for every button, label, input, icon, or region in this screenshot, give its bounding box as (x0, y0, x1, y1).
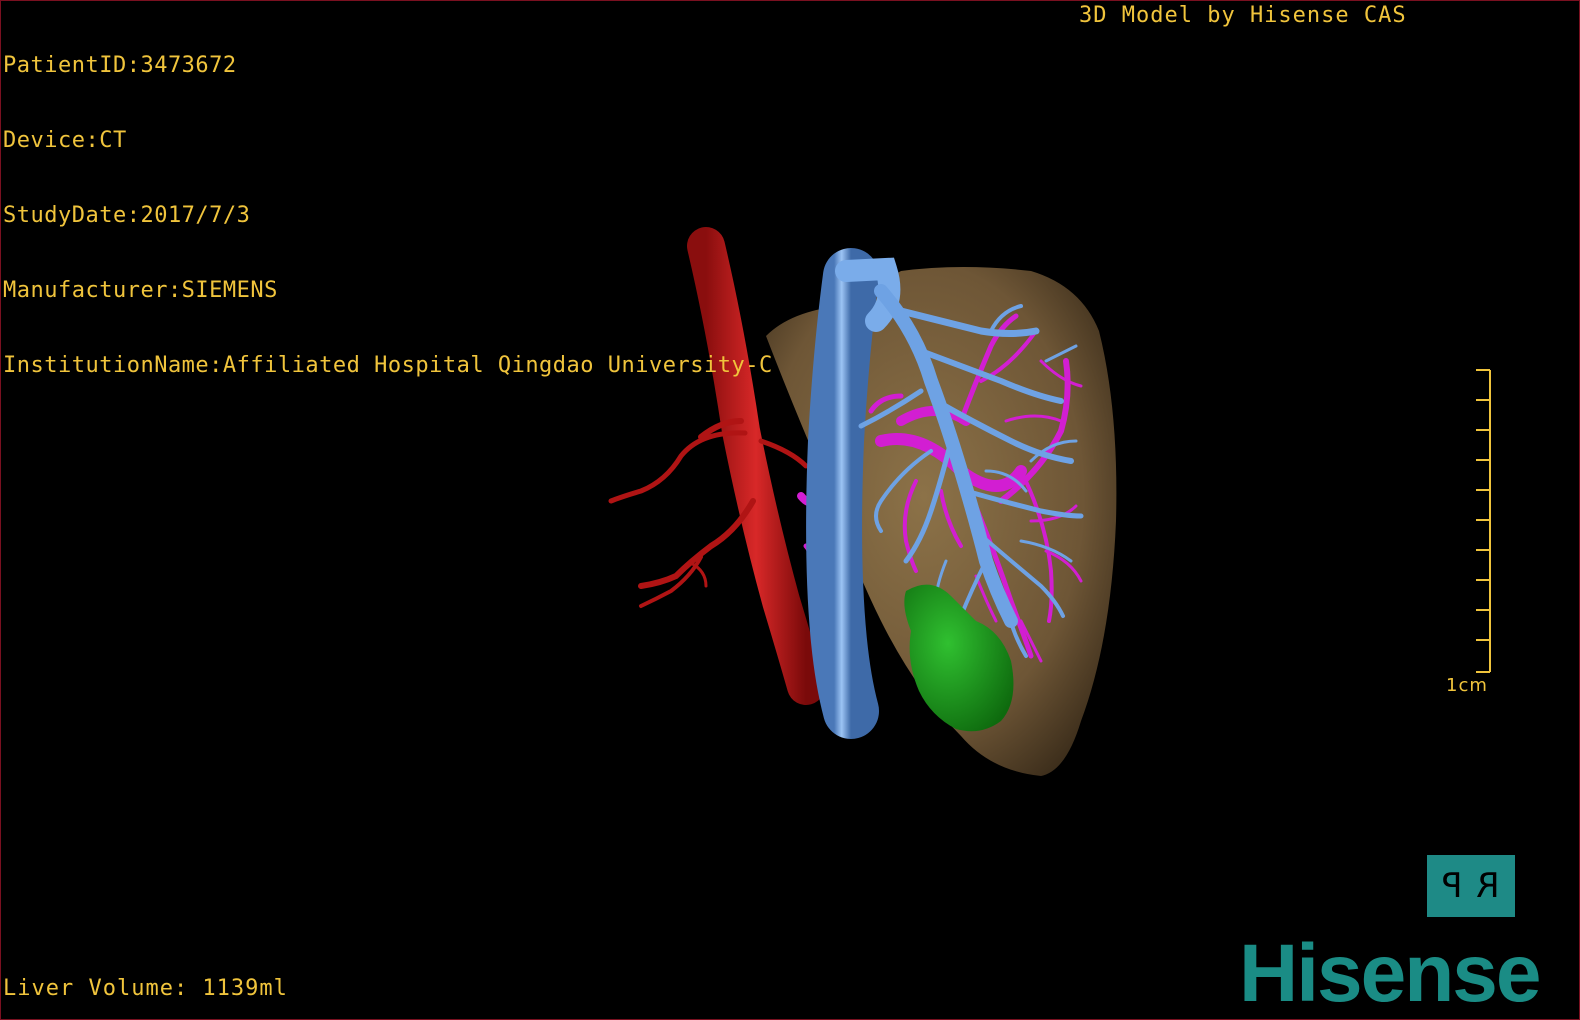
orientation-cube-icon[interactable]: P R (1427, 855, 1515, 917)
liver-volume-text: Liver Volume: 1139ml (3, 976, 288, 1001)
hisense-logo: Hisense (1239, 928, 1542, 1019)
orientation-face-p: P (1441, 866, 1463, 906)
scale-bar-label: 1cm (1446, 675, 1488, 696)
device-text: Device:CT (3, 128, 127, 153)
orientation-face-r: R (1476, 866, 1501, 906)
manufacturer-text: Manufacturer:SIEMENS (3, 278, 278, 303)
scale-bar-icon (1476, 369, 1491, 673)
dicom-header-overlay: PatientID:3473672 Device:CT StudyDate:20… (3, 3, 773, 428)
institution-text: InstitutionName:Affiliated Hospital Qing… (3, 353, 773, 378)
model-credit-text: 3D Model by Hisense CAS (1079, 3, 1407, 28)
study-date-text: StudyDate:2017/7/3 (3, 203, 251, 228)
patient-id-text: PatientID:3473672 (3, 53, 237, 78)
3d-viewport[interactable]: PatientID:3473672 Device:CT StudyDate:20… (0, 0, 1580, 1020)
